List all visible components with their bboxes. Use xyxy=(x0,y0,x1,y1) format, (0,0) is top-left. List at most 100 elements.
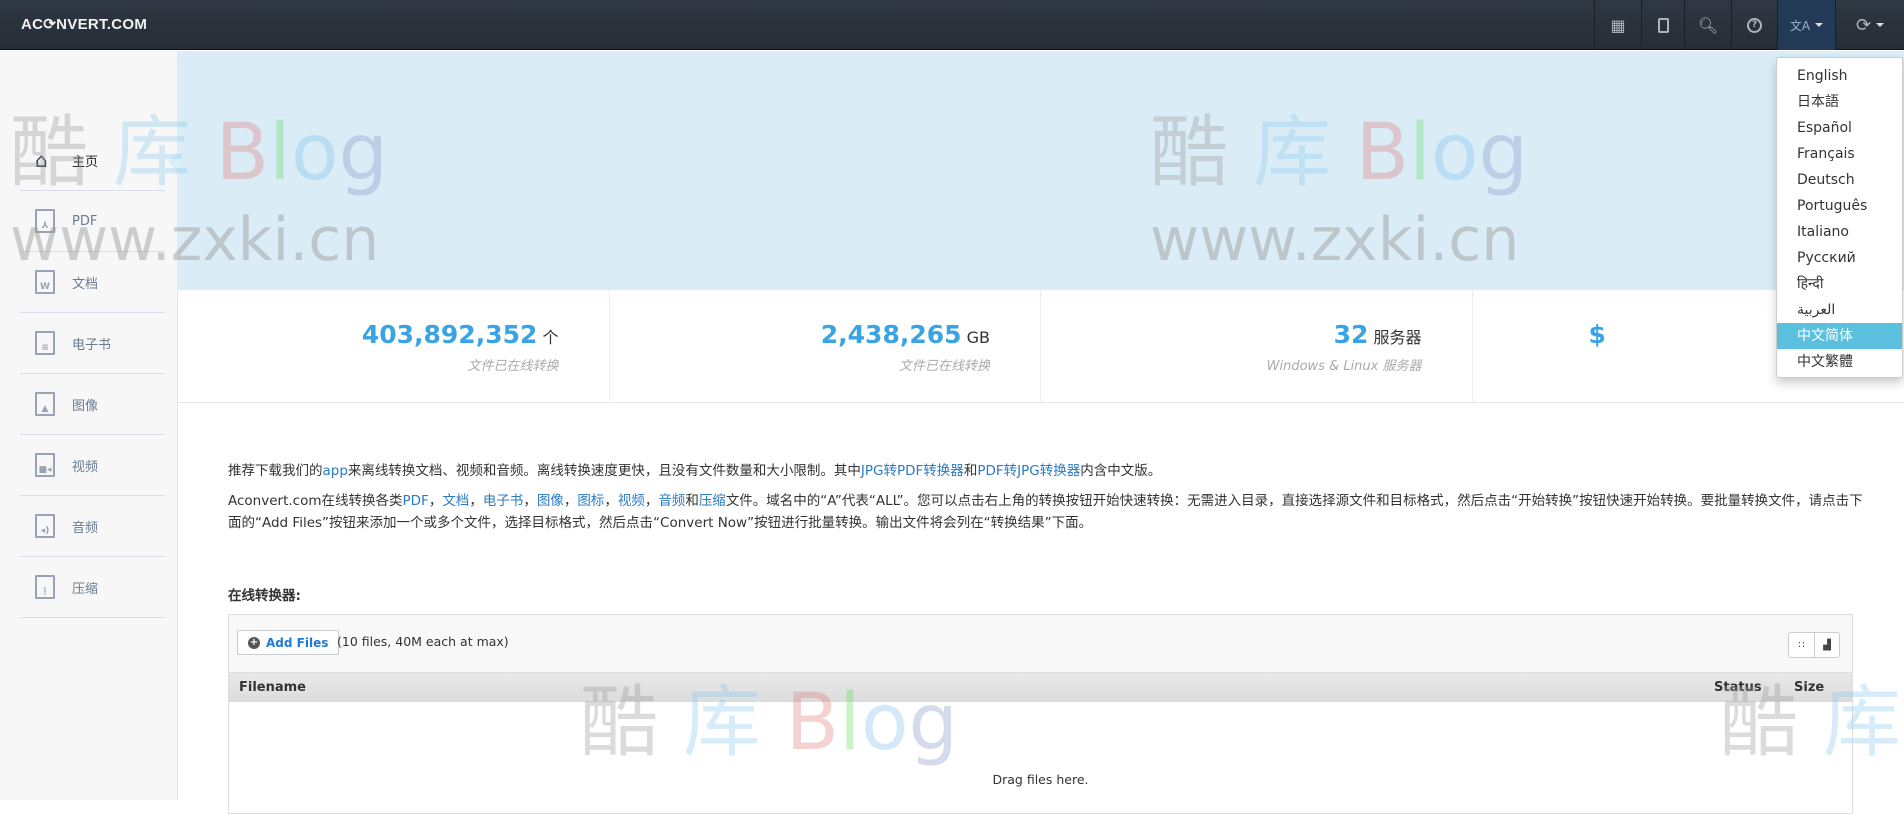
text-segment: 和 xyxy=(685,493,699,509)
stat-unit: 服务器 xyxy=(1373,328,1421,347)
language-option[interactable]: 中文简体 xyxy=(1777,323,1902,349)
stat-unit: GB xyxy=(967,328,990,347)
inline-link[interactable]: PDF xyxy=(403,493,429,509)
inline-link[interactable]: 压缩 xyxy=(699,493,726,509)
text-segment: 和 xyxy=(964,463,978,479)
inline-link[interactable]: 文档 xyxy=(442,493,469,509)
active-pointer xyxy=(168,151,179,173)
language-option[interactable]: Русский xyxy=(1777,245,1902,271)
logo[interactable]: AC⟳NVERT.COM xyxy=(21,15,147,33)
stat-value: 2,438,265 xyxy=(821,320,962,349)
text-segment: 推荐下载我们的 xyxy=(228,463,323,479)
stat-servers: 32 服务器Windows & Linux 服务器 xyxy=(1041,290,1473,402)
intro-text: 推荐下载我们的app来离线转换文档、视频和音频。离线转换速度更快，且没有文件数量… xyxy=(228,458,1868,534)
stat-files: 403,892,352 个文件已在线转换 xyxy=(178,290,610,402)
sidebar-item-video[interactable]: ■◂ 视频 xyxy=(20,435,165,496)
file-limit-text: (10 files, 40M each at max) xyxy=(337,634,509,649)
column-filename[interactable]: Filename xyxy=(239,680,306,695)
language-option[interactable]: Português xyxy=(1777,193,1902,219)
language-option[interactable]: 日本語 xyxy=(1777,89,1902,115)
navbar: AC⟳NVERT.COM ▦ 🔍︎ ? 文A ⟳ xyxy=(0,0,1904,50)
stat-value: $ xyxy=(1589,320,1606,349)
sidebar-item-label: 文档 xyxy=(72,273,98,292)
word-file-icon: W xyxy=(35,270,55,294)
stat-label: Windows & Linux 服务器 xyxy=(1041,355,1422,374)
intro-paragraph-1: 推荐下载我们的app来离线转换文档、视频和音频。离线转换速度更快，且没有文件数量… xyxy=(228,458,1868,484)
text-segment: ， xyxy=(429,493,443,509)
stats-row: 403,892,352 个文件已在线转换 2,438,265 GB 文件已在线转换… xyxy=(178,290,1904,403)
thumbnail-view-button[interactable]: ▟ xyxy=(1814,633,1839,657)
sidebar-item-ebook[interactable]: ≡ 电子书 xyxy=(20,313,165,374)
sidebar: ⌂ 主页 ⅄ PDF W 文档 ≡ 电子书 ▲ 图像 ■◂ 视频 ◂)音频 ⋮ 压缩 xyxy=(0,51,178,800)
caret-down-icon xyxy=(1815,23,1823,27)
sidebar-item-label: 电子书 xyxy=(72,334,111,353)
stat-unit: 个 xyxy=(542,328,558,347)
refresh-icon: ⟳ xyxy=(1856,15,1871,36)
grid-button[interactable]: ▦ xyxy=(1594,0,1641,50)
file-table-header: Filename Status Size xyxy=(229,673,1852,702)
sidebar-item-audio[interactable]: ◂)音频 xyxy=(20,496,165,557)
sidebar-item-label: 压缩 xyxy=(72,578,98,597)
sidebar-item-document[interactable]: W 文档 xyxy=(20,252,165,313)
ebook-file-icon: ≡ xyxy=(35,331,55,355)
text-segment: 来离线转换文档、视频和音频。离线转换速度更快，且没有文件数量和大小限制。其中 xyxy=(348,463,861,479)
intro-paragraph-2: Aconvert.com在线转换各类PDF，文档，电子书，图像，图标，视频，音频… xyxy=(228,490,1868,534)
sidebar-item-label: 视频 xyxy=(72,456,98,475)
converter-panel: +Add Files (10 files, 40M each at max) ∷… xyxy=(228,614,1853,814)
list-view-button[interactable]: ∷ xyxy=(1789,633,1814,657)
tablet-button[interactable] xyxy=(1641,0,1684,50)
sidebar-item-image[interactable]: ▲ 图像 xyxy=(20,374,165,435)
add-files-button[interactable]: +Add Files xyxy=(237,630,339,655)
help-button[interactable]: ? xyxy=(1731,0,1777,50)
sidebar-item-archive[interactable]: ⋮ 压缩 xyxy=(20,557,165,618)
language-option[interactable]: Deutsch xyxy=(1777,167,1902,193)
hero-banner xyxy=(178,51,1904,290)
inline-link[interactable]: app xyxy=(323,463,348,479)
sidebar-item-label: 图像 xyxy=(72,395,98,414)
inline-link[interactable]: JPG转PDF转换器 xyxy=(861,463,964,479)
search-button[interactable]: 🔍︎ xyxy=(1684,0,1731,50)
language-option[interactable]: हिन्दी xyxy=(1777,271,1902,297)
language-icon: 文A xyxy=(1790,17,1810,34)
inline-link[interactable]: 图标 xyxy=(577,493,604,509)
image-icon: ▟ xyxy=(1823,640,1831,651)
drop-zone-text[interactable]: Drag files here. xyxy=(229,772,1852,787)
text-segment: ， xyxy=(564,493,578,509)
text-segment: ， xyxy=(523,493,537,509)
column-size[interactable]: Size xyxy=(1794,680,1824,695)
inline-link[interactable]: 图像 xyxy=(537,493,564,509)
language-option[interactable]: Italiano xyxy=(1777,219,1902,245)
inline-link[interactable]: 电子书 xyxy=(483,493,524,509)
pdf-file-icon: ⅄ xyxy=(35,209,55,233)
inline-link[interactable]: PDF转JPG转换器 xyxy=(977,463,1080,479)
sidebar-item-label: 主页 xyxy=(72,151,98,170)
grid-icon: ▦ xyxy=(1610,16,1625,35)
text-segment: ， xyxy=(469,493,483,509)
text-segment: Aconvert.com在线转换各类 xyxy=(228,493,403,509)
stat-label: 文件已在线转换 xyxy=(610,355,991,374)
sidebar-item-label: PDF xyxy=(72,214,97,229)
language-option[interactable]: العربية xyxy=(1777,297,1902,323)
column-status[interactable]: Status xyxy=(1714,680,1762,695)
converter-heading: 在线转换器: xyxy=(228,584,301,604)
home-icon: ⌂ xyxy=(35,148,55,172)
video-file-icon: ■◂ xyxy=(35,453,55,477)
inline-link[interactable]: 视频 xyxy=(618,493,645,509)
stat-label: 文件已在线转换 xyxy=(178,355,559,374)
stat-value: 403,892,352 xyxy=(362,320,538,349)
image-file-icon: ▲ xyxy=(35,392,55,416)
language-button[interactable]: 文A xyxy=(1777,0,1835,50)
language-option[interactable]: Français xyxy=(1777,141,1902,167)
sidebar-item-home[interactable]: ⌂ 主页 xyxy=(20,130,165,191)
plus-circle-icon: + xyxy=(248,637,260,649)
text-segment: 内含中文版。 xyxy=(1080,463,1161,479)
language-option[interactable]: English xyxy=(1777,63,1902,89)
refresh-button[interactable]: ⟳ xyxy=(1835,0,1904,50)
caret-down-icon xyxy=(1876,23,1884,27)
inline-link[interactable]: 音频 xyxy=(658,493,685,509)
sidebar-item-pdf[interactable]: ⅄ PDF xyxy=(20,191,165,252)
language-option[interactable]: Español xyxy=(1777,115,1902,141)
language-option[interactable]: 中文繁體 xyxy=(1777,349,1902,375)
archive-file-icon: ⋮ xyxy=(35,575,55,599)
help-icon: ? xyxy=(1747,18,1762,33)
